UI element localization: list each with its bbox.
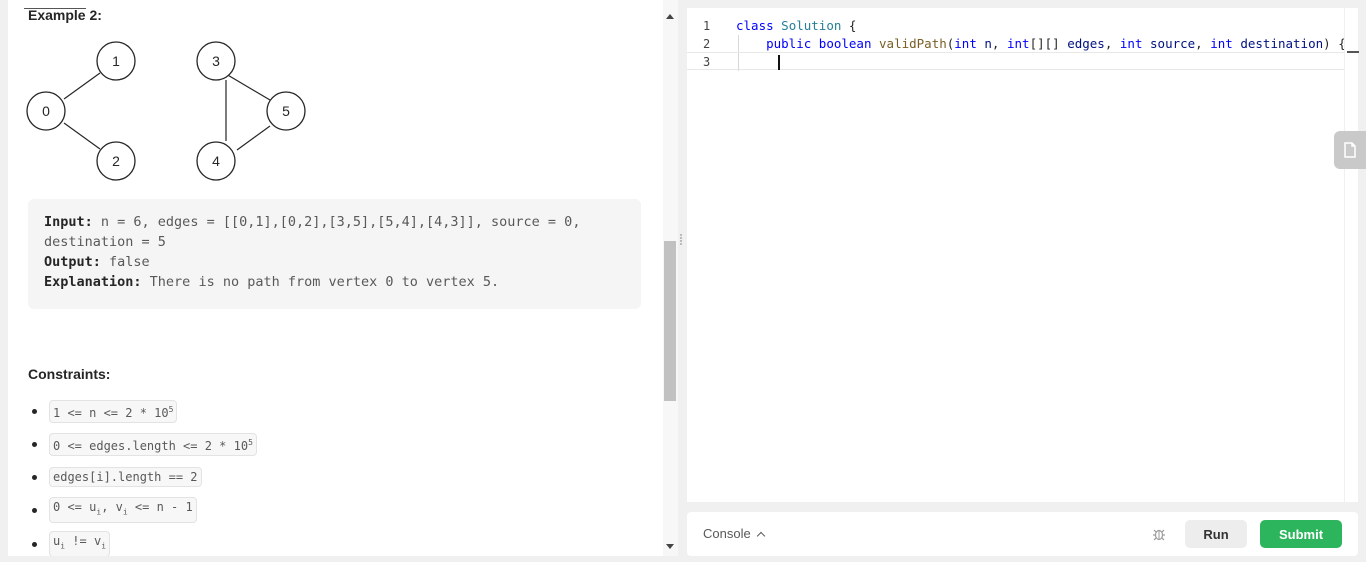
console-label: Console xyxy=(703,526,751,541)
graph-node-label: 4 xyxy=(212,153,220,169)
console-toggle[interactable]: Console xyxy=(703,526,765,541)
constraint-item: edges[i].length == 2 xyxy=(28,467,202,487)
debug-icon[interactable] xyxy=(1151,526,1167,542)
code-text[interactable]: class Solution { xyxy=(736,17,856,35)
run-button[interactable]: Run xyxy=(1185,520,1247,548)
graph-edge xyxy=(63,72,101,100)
indent-guide xyxy=(738,53,739,71)
input-text: n = 6, edges = [[0,1],[0,2],[3,5],[5,4],… xyxy=(92,214,581,230)
input-label: Input: xyxy=(44,214,93,230)
constraint-item: ui != vi xyxy=(28,531,111,556)
bullet xyxy=(32,507,37,513)
chevron-up-icon xyxy=(756,531,765,540)
document-icon xyxy=(1344,142,1356,158)
console-bar: Console Run Submit xyxy=(687,512,1358,556)
line-number: 2 xyxy=(703,37,711,51)
example-title: Example 2: xyxy=(28,7,102,23)
graph-node-label: 3 xyxy=(212,53,220,69)
constraint-code: ui != vi xyxy=(49,531,111,556)
constraint-item: 0 <= ui, vi <= n - 1 xyxy=(28,497,197,523)
explanation-label: Explanation: xyxy=(44,274,142,290)
scroll-thumb[interactable] xyxy=(664,241,676,401)
example-graph: 0 1 2 3 4 5 xyxy=(26,41,306,181)
graph-node-label: 1 xyxy=(112,53,120,69)
code-editor[interactable]: 1 class Solution { 2 public boolean vali… xyxy=(687,8,1346,502)
editor-scrollbar[interactable] xyxy=(1344,8,1359,502)
scroll-down-icon[interactable] xyxy=(666,544,674,549)
constraint-code: 0 <= ui, vi <= n - 1 xyxy=(49,497,197,523)
line-number: 3 xyxy=(703,55,711,69)
scroll-marker xyxy=(1347,51,1359,53)
code-line-2[interactable]: 2 public boolean validPath(int n, int[][… xyxy=(687,35,1346,53)
constraint-item: 0 <= edges.length <= 2 * 105 xyxy=(28,432,257,456)
text-cursor xyxy=(778,55,780,70)
left-scrollbar[interactable] xyxy=(663,0,678,556)
graph-edge xyxy=(63,122,101,150)
example-io-box: Input: n = 6, edges = [[0,1],[0,2],[3,5]… xyxy=(28,199,641,309)
graph-node-label: 2 xyxy=(112,153,120,169)
scroll-up-icon[interactable] xyxy=(666,14,674,19)
graph-edge xyxy=(236,125,271,151)
input-text-cont: destination = 5 xyxy=(44,234,166,250)
constraint-code: 0 <= edges.length <= 2 * 105 xyxy=(49,432,257,456)
code-text[interactable]: public boolean validPath(int n, int[][] … xyxy=(736,35,1346,53)
bullet xyxy=(32,474,37,480)
constraint-item: 1 <= n <= 2 * 105 xyxy=(28,399,178,423)
bullet xyxy=(32,541,37,547)
line-number: 1 xyxy=(703,19,711,33)
constraints-title: Constraints: xyxy=(28,366,111,382)
output-text: false xyxy=(100,254,150,270)
code-line-3[interactable]: 3 xyxy=(687,52,1344,71)
graph-edge xyxy=(225,73,271,101)
problem-description-pane[interactable]: Example 2: 0 1 2 3 4 5 Input: n = 6, edg… xyxy=(8,0,678,556)
output-label: Output: xyxy=(44,254,101,270)
explanation-text: There is no path from vertex 0 to vertex… xyxy=(141,274,500,290)
bullet xyxy=(32,408,37,414)
graph-node-label: 0 xyxy=(42,103,50,119)
code-line-1[interactable]: 1 class Solution { xyxy=(687,17,1344,35)
problem-content: Example 2: 0 1 2 3 4 5 Input: n = 6, edg… xyxy=(8,0,663,556)
constraint-code: edges[i].length == 2 xyxy=(49,467,202,487)
submit-button[interactable]: Submit xyxy=(1260,520,1342,548)
constraint-code: 1 <= n <= 2 * 105 xyxy=(49,399,178,423)
pane-resize-handle[interactable] xyxy=(679,233,683,249)
bullet xyxy=(32,441,37,447)
notes-toggle[interactable] xyxy=(1334,131,1366,169)
graph-node-label: 5 xyxy=(282,103,290,119)
